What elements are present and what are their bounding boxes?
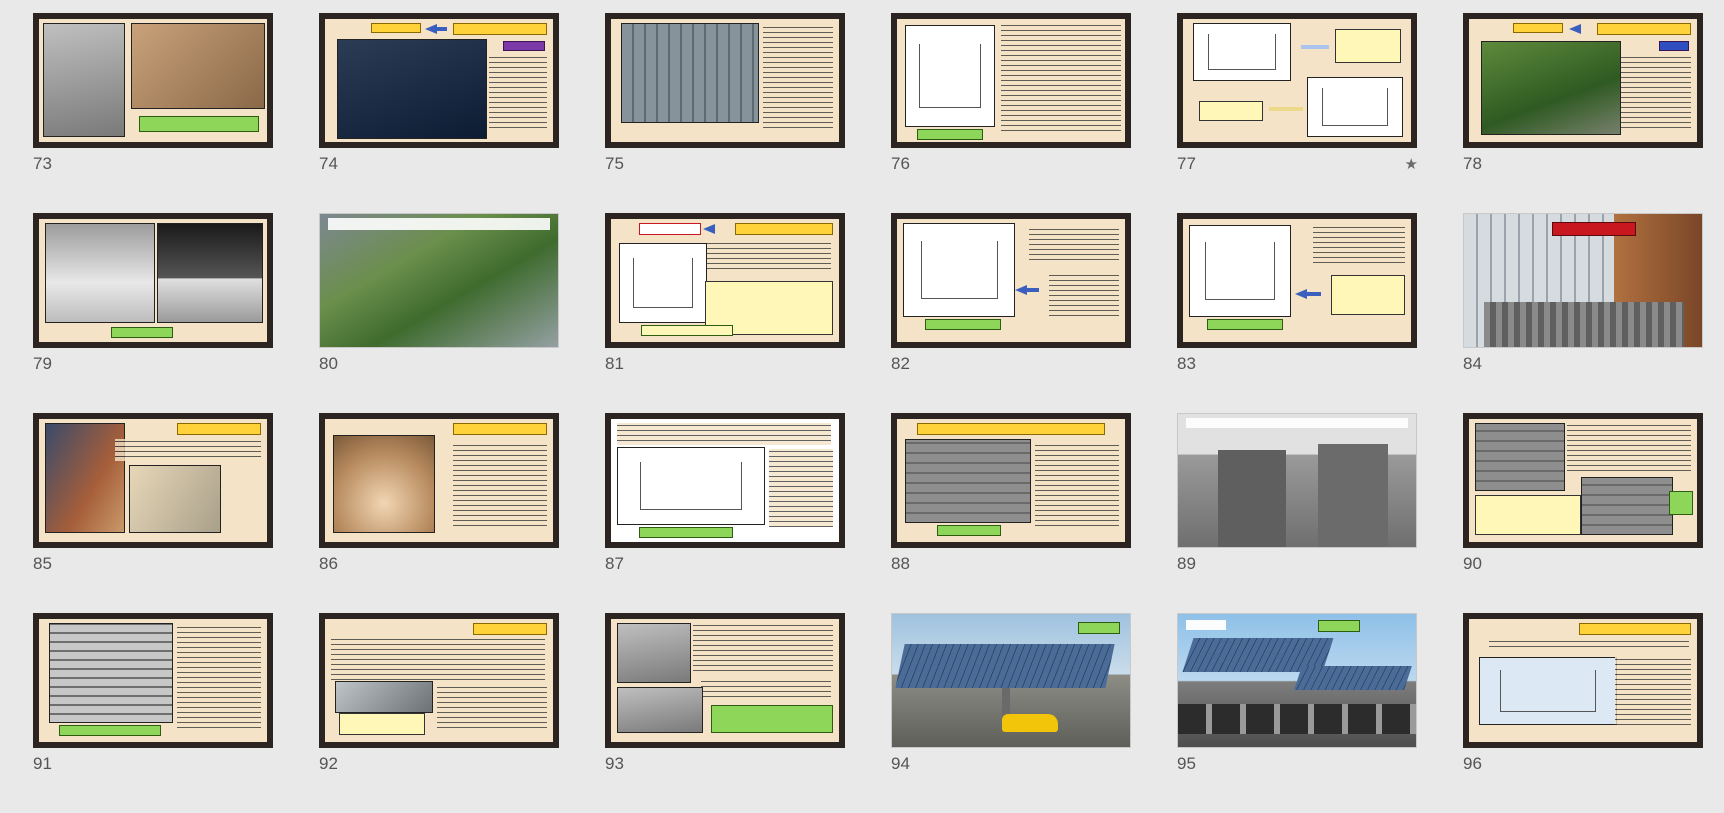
slide-number: 84 (1463, 354, 1482, 373)
slide-preview[interactable] (1177, 13, 1417, 148)
slide-thumbnail[interactable]: 77 ★ (1177, 13, 1418, 213)
slide-thumbnail[interactable]: 83 (1177, 213, 1417, 413)
slide-number: 86 (319, 554, 338, 573)
slide-preview[interactable] (1177, 613, 1417, 748)
slide-preview[interactable] (1177, 213, 1417, 348)
slide-thumbnail[interactable]: 91 (33, 613, 273, 813)
slide-preview[interactable] (33, 13, 273, 148)
slide-thumbnail[interactable]: 80 (319, 213, 559, 413)
slide-number: 81 (605, 354, 624, 373)
slide-number: 85 (33, 554, 52, 573)
slide-number: 82 (891, 354, 910, 373)
slide-thumbnail[interactable]: 94 (891, 613, 1131, 813)
slide-number: 77 (1177, 154, 1196, 173)
slide-preview[interactable] (33, 413, 273, 548)
slide-thumbnail[interactable]: 87 (605, 413, 845, 613)
slide-preview[interactable] (33, 213, 273, 348)
slide-sorter-grid: 73 74 75 76 77 ★ 78 79 80 81 82 83 84 85… (33, 13, 1703, 813)
slide-preview[interactable] (1463, 13, 1703, 148)
slide-thumbnail[interactable]: 79 (33, 213, 273, 413)
slide-thumbnail[interactable]: 88 (891, 413, 1131, 613)
slide-preview[interactable] (1463, 613, 1703, 748)
slide-number: 76 (891, 154, 910, 173)
slide-preview[interactable] (319, 213, 559, 348)
slide-thumbnail[interactable]: 86 (319, 413, 559, 613)
slide-thumbnail[interactable]: 74 (319, 13, 559, 213)
slide-thumbnail[interactable]: 95 (1177, 613, 1417, 813)
slide-preview[interactable] (1463, 413, 1703, 548)
slide-thumbnail[interactable]: 96 (1463, 613, 1703, 813)
slide-number: 79 (33, 354, 52, 373)
slide-number: 90 (1463, 554, 1482, 573)
slide-thumbnail[interactable]: 92 (319, 613, 559, 813)
slide-thumbnail[interactable]: 89 (1177, 413, 1417, 613)
slide-thumbnail[interactable]: 85 (33, 413, 273, 613)
slide-number: 89 (1177, 554, 1196, 573)
slide-preview[interactable] (33, 613, 273, 748)
slide-preview[interactable] (605, 613, 845, 748)
slide-preview[interactable] (891, 213, 1131, 348)
slide-number: 80 (319, 354, 338, 373)
slide-preview[interactable] (1463, 213, 1703, 348)
slide-number: 95 (1177, 754, 1196, 773)
slide-thumbnail[interactable]: 78 (1463, 13, 1703, 213)
slide-preview[interactable] (319, 613, 559, 748)
slide-thumbnail[interactable]: 82 (891, 213, 1131, 413)
star-icon: ★ (1404, 155, 1418, 173)
slide-thumbnail[interactable]: 93 (605, 613, 845, 813)
slide-number: 87 (605, 554, 624, 573)
slide-number: 75 (605, 154, 624, 173)
slide-number: 96 (1463, 754, 1482, 773)
slide-preview[interactable] (891, 613, 1131, 748)
slide-preview[interactable] (891, 413, 1131, 548)
slide-number: 93 (605, 754, 624, 773)
slide-number: 88 (891, 554, 910, 573)
slide-preview[interactable] (319, 13, 559, 148)
slide-thumbnail[interactable]: 73 (33, 13, 273, 213)
slide-preview[interactable] (891, 13, 1131, 148)
slide-preview[interactable] (605, 413, 845, 548)
slide-number: 94 (891, 754, 910, 773)
slide-number: 73 (33, 154, 52, 173)
slide-number: 78 (1463, 154, 1482, 173)
slide-thumbnail[interactable]: 75 (605, 13, 845, 213)
slide-number: 91 (33, 754, 52, 773)
slide-preview[interactable] (605, 13, 845, 148)
slide-preview[interactable] (605, 213, 845, 348)
slide-preview[interactable] (1177, 413, 1417, 548)
slide-preview[interactable] (319, 413, 559, 548)
slide-number: 74 (319, 154, 338, 173)
slide-number: 92 (319, 754, 338, 773)
slide-thumbnail[interactable]: 84 (1463, 213, 1703, 413)
slide-number: 83 (1177, 354, 1196, 373)
slide-thumbnail[interactable]: 90 (1463, 413, 1703, 613)
slide-thumbnail[interactable]: 76 (891, 13, 1131, 213)
slide-thumbnail[interactable]: 81 (605, 213, 845, 413)
